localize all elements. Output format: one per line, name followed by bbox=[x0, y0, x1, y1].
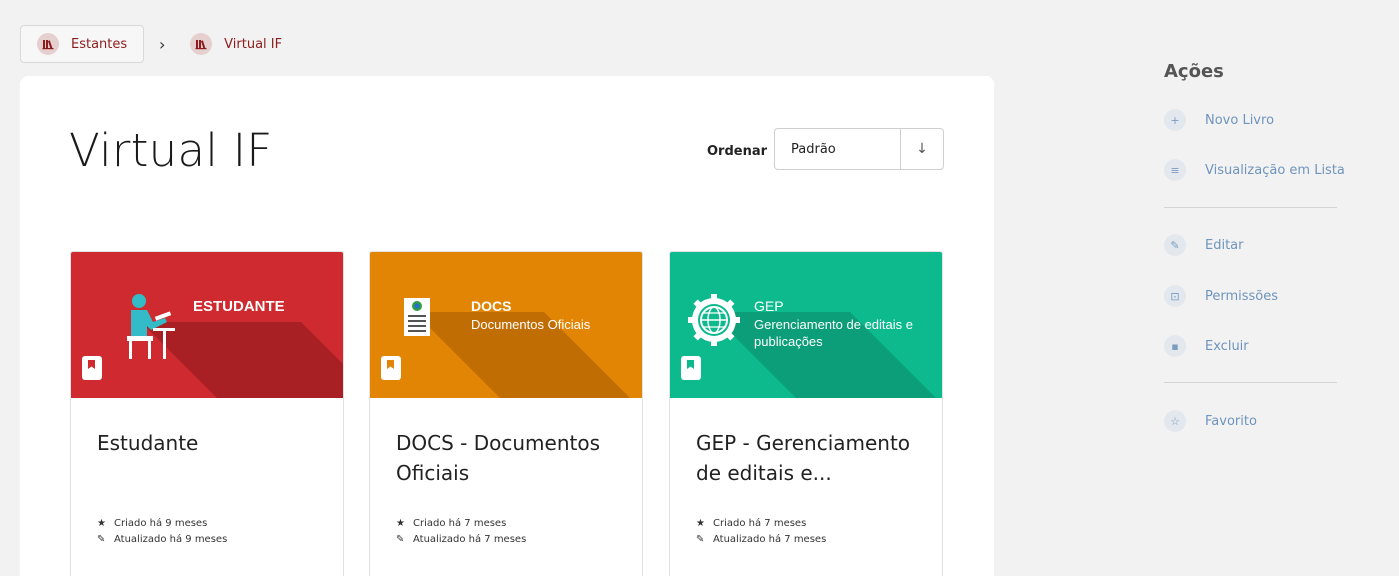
updated-text: Atualizado há 7 meses bbox=[713, 534, 827, 545]
action-permissions[interactable]: ⊡ Permissões bbox=[1164, 284, 1278, 308]
book-meta: ★ Criado há 7 meses ✎ Atualizado há 7 mese… bbox=[696, 516, 826, 548]
created-text: Criado há 9 meses bbox=[114, 518, 208, 529]
pencil-icon: ✎ bbox=[696, 534, 705, 545]
book-title[interactable]: Estudante bbox=[97, 428, 327, 458]
star-icon: ★ bbox=[97, 518, 106, 529]
bookshelf-icon bbox=[37, 33, 59, 55]
trash-icon: ▪ bbox=[1164, 335, 1186, 357]
shelf-panel: Virtual IF Ordenar Padrão ↓ ESTUDANTE Es… bbox=[20, 76, 994, 576]
cover-title: DOCS bbox=[471, 298, 512, 314]
actions-title: Ações bbox=[1164, 61, 1224, 82]
book-meta: ★ Criado há 7 meses ✎ Atualizado há 7 mese… bbox=[396, 516, 526, 548]
action-label: Excluir bbox=[1205, 338, 1249, 354]
book-title[interactable]: DOCS - Documentos Oficiais bbox=[396, 428, 626, 488]
book-meta: ★ Criado há 9 meses ✎ Atualizado há 9 mese… bbox=[97, 516, 227, 548]
cover-title: GEP bbox=[754, 298, 784, 314]
created-text: Criado há 7 meses bbox=[713, 518, 807, 529]
book-card-docs[interactable]: DOCS Documentos Oficiais DOCS - Document… bbox=[369, 251, 643, 576]
cover-subtitle: Documentos Oficiais bbox=[471, 317, 591, 332]
pencil-icon: ✎ bbox=[1164, 234, 1186, 256]
action-label: Novo Livro bbox=[1205, 112, 1275, 128]
action-favorite[interactable]: ☆ Favorito bbox=[1164, 409, 1257, 433]
breadcrumb-item-current[interactable]: Virtual IF bbox=[180, 25, 292, 63]
action-delete[interactable]: ▪ Excluir bbox=[1164, 334, 1249, 358]
breadcrumb-label: Virtual IF bbox=[224, 36, 283, 52]
updated-text: Atualizado há 7 meses bbox=[413, 534, 527, 545]
book-card-gep[interactable]: GEP Gerenciamento de editais e publicaçõ… bbox=[669, 251, 943, 576]
breadcrumb-label: Estantes bbox=[71, 36, 128, 52]
action-label: Visualização em Lista bbox=[1205, 162, 1345, 178]
student-icon bbox=[127, 294, 175, 359]
bookmark-icon bbox=[681, 356, 701, 380]
book-cover: DOCS Documentos Oficiais bbox=[370, 252, 642, 398]
action-label: Editar bbox=[1205, 237, 1244, 253]
sort-select[interactable]: Padrão bbox=[775, 129, 901, 169]
bookmark-icon bbox=[381, 356, 401, 380]
list-icon: ≡ bbox=[1164, 159, 1186, 181]
created-text: Criado há 7 meses bbox=[413, 518, 507, 529]
breadcrumb: Estantes › Virtual IF bbox=[20, 25, 292, 63]
action-label: Favorito bbox=[1205, 413, 1257, 429]
bookmark-icon bbox=[82, 356, 102, 380]
lock-icon: ⊡ bbox=[1164, 285, 1186, 307]
book-card-estudante[interactable]: ESTUDANTE Estudante ★ Criado há 9 meses ✎… bbox=[70, 251, 344, 576]
star-icon: ★ bbox=[396, 518, 405, 529]
sort-control: Padrão ↓ bbox=[774, 128, 944, 170]
updated-text: Atualizado há 9 meses bbox=[114, 534, 228, 545]
star-icon: ☆ bbox=[1164, 410, 1186, 432]
cover-subtitle: Gerenciamento de editais e publicações bbox=[754, 317, 913, 349]
divider bbox=[1164, 382, 1337, 383]
globe-gear-icon bbox=[688, 294, 740, 346]
page-title: Virtual IF bbox=[69, 124, 273, 177]
chevron-right-icon: › bbox=[158, 34, 166, 54]
cover-title: ESTUDANTE bbox=[193, 298, 285, 315]
bookshelf-icon bbox=[190, 33, 213, 55]
action-edit[interactable]: ✎ Editar bbox=[1164, 233, 1244, 257]
book-title[interactable]: GEP - Gerenciamento de editais e... bbox=[696, 428, 926, 488]
sort-direction-button[interactable]: ↓ bbox=[901, 129, 943, 169]
action-list-view[interactable]: ≡ Visualização em Lista bbox=[1164, 158, 1345, 182]
book-cover: ESTUDANTE bbox=[71, 252, 343, 398]
plus-icon: + bbox=[1164, 109, 1186, 131]
star-icon: ★ bbox=[696, 518, 705, 529]
sort-label: Ordenar bbox=[707, 144, 768, 159]
action-label: Permissões bbox=[1205, 288, 1279, 304]
divider bbox=[1164, 207, 1337, 208]
breadcrumb-item-estantes[interactable]: Estantes bbox=[20, 25, 145, 63]
pencil-icon: ✎ bbox=[97, 534, 106, 545]
action-new-book[interactable]: + Novo Livro bbox=[1164, 108, 1274, 132]
document-icon bbox=[404, 298, 430, 336]
book-cover: GEP Gerenciamento de editais e publicaçõ… bbox=[670, 252, 942, 398]
pencil-icon: ✎ bbox=[396, 534, 405, 545]
